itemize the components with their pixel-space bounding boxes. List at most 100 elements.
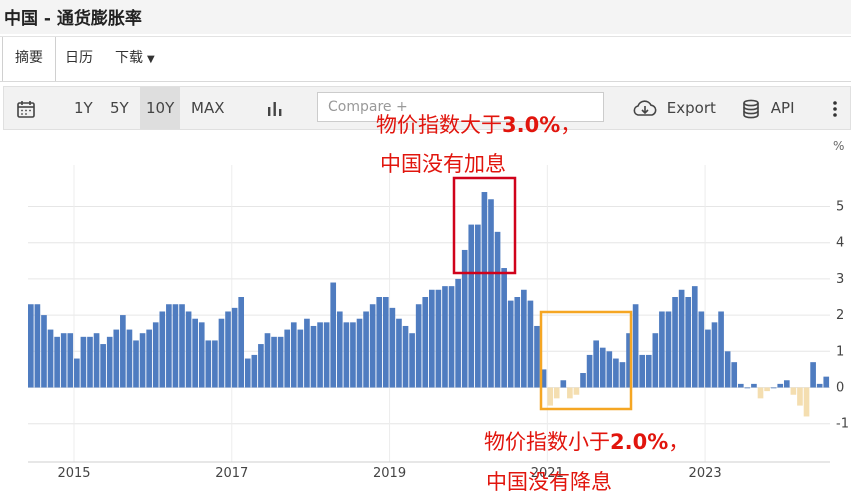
bar[interactable] bbox=[698, 311, 705, 388]
bar[interactable] bbox=[718, 311, 724, 388]
bar[interactable] bbox=[409, 333, 415, 388]
bar[interactable] bbox=[106, 336, 113, 388]
bar[interactable] bbox=[310, 325, 317, 388]
bar[interactable] bbox=[501, 268, 507, 388]
bar[interactable] bbox=[521, 289, 527, 388]
bar[interactable] bbox=[376, 297, 383, 388]
bar[interactable] bbox=[28, 304, 34, 388]
bar[interactable] bbox=[284, 329, 291, 388]
bar[interactable] bbox=[475, 224, 481, 388]
bar[interactable] bbox=[770, 387, 777, 389]
bar[interactable] bbox=[455, 278, 461, 388]
bar[interactable] bbox=[87, 336, 93, 388]
api-button[interactable]: API bbox=[742, 87, 795, 129]
bar[interactable] bbox=[231, 307, 238, 388]
range-5y-button[interactable]: 5Y bbox=[110, 87, 129, 129]
bar[interactable] bbox=[146, 329, 152, 388]
bar[interactable] bbox=[560, 380, 567, 388]
bar[interactable] bbox=[152, 322, 159, 388]
bar[interactable] bbox=[218, 318, 225, 388]
bar[interactable] bbox=[258, 344, 264, 388]
bar[interactable] bbox=[448, 286, 455, 388]
bar[interactable] bbox=[185, 311, 192, 388]
bar[interactable] bbox=[244, 358, 251, 388]
bar[interactable] bbox=[382, 297, 389, 388]
bar[interactable] bbox=[264, 333, 271, 388]
bar[interactable] bbox=[665, 311, 672, 388]
bar[interactable] bbox=[580, 373, 586, 388]
bar[interactable] bbox=[514, 297, 521, 388]
bar[interactable] bbox=[323, 322, 330, 388]
bar[interactable] bbox=[777, 383, 784, 388]
bar[interactable] bbox=[534, 325, 540, 388]
bar[interactable] bbox=[429, 289, 435, 388]
bar[interactable] bbox=[113, 329, 120, 388]
bar[interactable] bbox=[80, 336, 87, 388]
bar[interactable] bbox=[100, 344, 106, 388]
bar[interactable] bbox=[172, 304, 179, 388]
bar[interactable] bbox=[67, 333, 74, 388]
bar[interactable] bbox=[369, 304, 376, 388]
range-max-button[interactable]: MAX bbox=[191, 87, 224, 129]
bar[interactable] bbox=[356, 318, 363, 388]
bar[interactable] bbox=[198, 322, 205, 388]
bar[interactable] bbox=[93, 333, 100, 388]
bar[interactable] bbox=[652, 333, 659, 388]
bar[interactable] bbox=[632, 304, 639, 388]
bar[interactable] bbox=[606, 351, 613, 388]
chart-type-button[interactable] bbox=[266, 87, 284, 129]
bar[interactable] bbox=[402, 325, 409, 388]
bar[interactable] bbox=[527, 300, 534, 388]
bar[interactable] bbox=[724, 351, 731, 388]
bar[interactable] bbox=[507, 300, 514, 388]
bar[interactable] bbox=[481, 192, 488, 388]
bar[interactable] bbox=[810, 362, 816, 388]
bar[interactable] bbox=[120, 315, 126, 388]
bar[interactable] bbox=[461, 249, 468, 388]
bar[interactable] bbox=[691, 286, 698, 388]
bar[interactable] bbox=[757, 387, 764, 399]
bar[interactable] bbox=[442, 286, 448, 388]
bar[interactable] bbox=[238, 297, 245, 388]
tab-calendar[interactable]: 日历 bbox=[65, 37, 93, 80]
bar[interactable] bbox=[672, 297, 678, 388]
bar[interactable] bbox=[54, 336, 60, 388]
bar[interactable] bbox=[468, 224, 475, 388]
bar[interactable] bbox=[764, 387, 770, 392]
bar[interactable] bbox=[744, 387, 751, 389]
bar[interactable] bbox=[350, 322, 356, 388]
bar[interactable] bbox=[212, 340, 218, 388]
bar[interactable] bbox=[599, 347, 606, 388]
bar[interactable] bbox=[705, 329, 711, 388]
bar[interactable] bbox=[586, 354, 593, 388]
bar[interactable] bbox=[60, 333, 67, 388]
bar[interactable] bbox=[731, 362, 738, 388]
bar[interactable] bbox=[297, 329, 304, 388]
bar[interactable] bbox=[547, 387, 553, 406]
range-10y-button[interactable]: 10Y bbox=[140, 87, 181, 129]
bar[interactable] bbox=[435, 289, 442, 388]
bar[interactable] bbox=[179, 304, 185, 388]
tab-download[interactable]: 下载 ▼ bbox=[115, 37, 155, 80]
bar[interactable] bbox=[659, 311, 665, 388]
bar[interactable] bbox=[41, 315, 47, 388]
bar[interactable] bbox=[290, 322, 297, 388]
bar[interactable] bbox=[593, 340, 599, 388]
bar[interactable] bbox=[225, 311, 231, 388]
bar[interactable] bbox=[363, 311, 369, 388]
bar[interactable] bbox=[389, 307, 396, 388]
bar[interactable] bbox=[47, 329, 54, 388]
bar[interactable] bbox=[126, 329, 133, 388]
bar[interactable] bbox=[422, 297, 429, 388]
bar[interactable] bbox=[711, 322, 718, 388]
bar[interactable] bbox=[797, 387, 803, 406]
export-button[interactable]: Export bbox=[632, 87, 716, 129]
bar[interactable] bbox=[139, 333, 146, 388]
bar[interactable] bbox=[639, 354, 646, 388]
calendar-button[interactable] bbox=[16, 87, 36, 129]
bar[interactable] bbox=[415, 304, 422, 388]
bar[interactable] bbox=[494, 231, 501, 388]
bar[interactable] bbox=[330, 282, 337, 388]
bar[interactable] bbox=[277, 336, 284, 388]
bar[interactable] bbox=[573, 387, 580, 395]
